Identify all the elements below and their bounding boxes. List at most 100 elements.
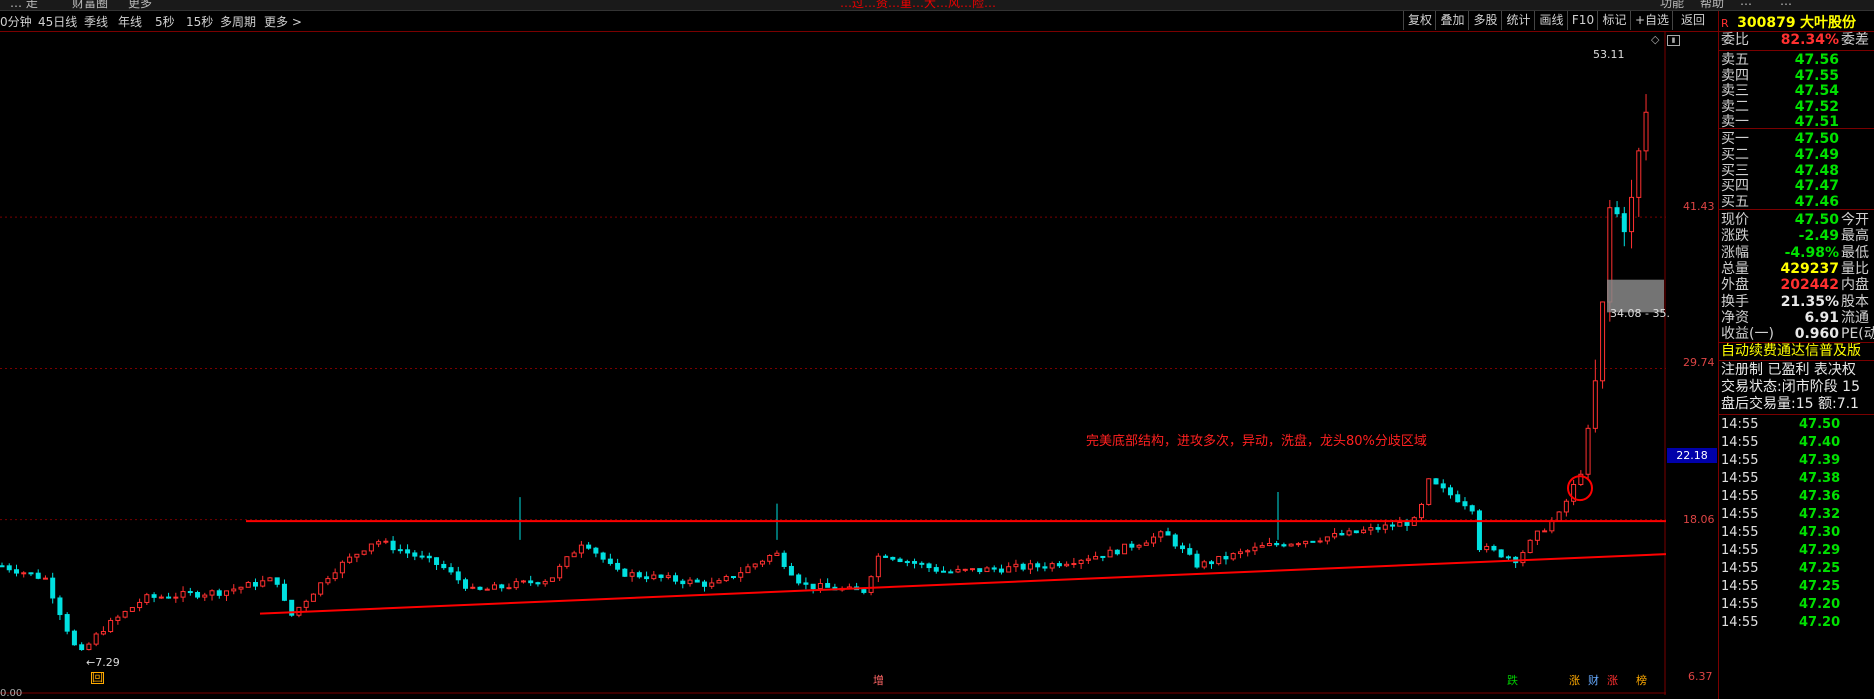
event-marker[interactable]: 榜 — [1636, 672, 1647, 688]
candle-body — [6, 565, 12, 571]
candle-body — [245, 582, 251, 588]
quote-label: 涨幅 — [1721, 244, 1749, 261]
candle-body — [238, 586, 244, 590]
candle-body — [216, 590, 222, 596]
menu-item[interactable]: … — [1780, 0, 1792, 8]
candle-body — [1382, 524, 1388, 530]
draw-line-button[interactable]: 画线 — [1534, 11, 1568, 30]
period-button[interactable]: 15秒 — [186, 13, 213, 30]
info-line[interactable]: 自动续费通达信普及版 — [1721, 342, 1874, 360]
menu-item[interactable]: … — [1740, 0, 1752, 8]
candle-body — [1093, 555, 1099, 560]
back-button[interactable]: 返回 — [1672, 11, 1713, 30]
volume-axis-label: 0.00 — [0, 688, 23, 699]
mark-button[interactable]: 标记 — [1597, 11, 1631, 30]
candle-body — [347, 556, 353, 563]
multi-stock-button[interactable]: 多股 — [1468, 11, 1502, 30]
candlestick-chart[interactable] — [0, 31, 1666, 695]
menu-item[interactable]: 更多 — [128, 0, 152, 10]
quote-value: 0.960 — [1794, 326, 1839, 343]
candle-body — [513, 581, 519, 589]
candle-body — [767, 555, 773, 562]
candle-body — [79, 644, 85, 651]
period-button[interactable]: 年线 — [118, 13, 142, 30]
tick-price: 47.25 — [1799, 579, 1841, 594]
risk-warning-text: …过…资…重…大…风…险… — [840, 0, 997, 10]
quote-value: 21.35% — [1780, 293, 1839, 310]
candle-body — [1426, 478, 1432, 505]
trade-tick-row: 14:55 47.36 — [1721, 488, 1840, 506]
candle-body — [484, 588, 490, 591]
quote-value: 47.50 — [1794, 212, 1839, 228]
candle-body — [455, 571, 461, 581]
candle-body — [875, 555, 881, 578]
candle-body — [680, 580, 686, 585]
candle-body — [593, 547, 599, 554]
quote-value: 202442 — [1780, 277, 1839, 294]
period-button[interactable]: 多周期 — [220, 13, 256, 30]
candle-body — [376, 541, 382, 545]
quote-row: 涨跌 -2.49 最高 — [1721, 227, 1874, 245]
event-marker[interactable]: 跌 — [1507, 672, 1518, 688]
f10-button[interactable]: F10 — [1567, 11, 1598, 30]
event-marker[interactable]: 财 — [1588, 672, 1599, 688]
period-button[interactable]: 45日线 — [38, 13, 77, 30]
period-button[interactable]: 0分钟 — [0, 13, 32, 30]
menu-item[interactable]: … 走 — [10, 0, 38, 10]
candle-body — [1122, 543, 1128, 555]
candle-body — [1027, 563, 1033, 570]
tick-price: 47.20 — [1799, 597, 1841, 612]
candle-body — [441, 563, 447, 569]
candle-body — [1484, 545, 1490, 551]
diamond-icon[interactable]: ◇ — [1651, 33, 1659, 46]
candle-body — [955, 568, 961, 573]
event-marker[interactable]: 涨 — [1607, 672, 1618, 688]
candle-body — [1020, 563, 1026, 570]
candle-body — [93, 633, 99, 645]
candle-body — [405, 549, 411, 554]
fuquan-button[interactable]: 复权 — [1403, 11, 1436, 30]
candle-body — [1100, 555, 1106, 558]
event-marker[interactable]: 涨 — [1569, 672, 1580, 688]
candle-body — [1078, 559, 1084, 565]
tick-price: 47.29 — [1799, 543, 1841, 558]
candle-body — [702, 581, 708, 587]
window-toggle-icon[interactable]: ▮ — [1667, 35, 1680, 46]
more-periods-button[interactable]: 更多 > — [264, 13, 302, 30]
candle-body — [0, 565, 5, 568]
tick-time: 14:55 — [1721, 543, 1759, 558]
candle-body — [35, 572, 41, 579]
candle-body — [1288, 543, 1294, 547]
trade-tick-row: 14:55 47.50 — [1721, 416, 1840, 434]
overlay-button[interactable]: 叠加 — [1435, 11, 1469, 30]
candle-body — [629, 572, 635, 577]
candle-body — [477, 586, 483, 590]
candle-body — [1143, 542, 1149, 546]
candle-body — [933, 567, 939, 572]
menu-item[interactable]: 帮助 — [1700, 0, 1724, 10]
candle-body — [1158, 531, 1164, 538]
menu-item[interactable]: 财富圈 — [72, 0, 108, 10]
candle-body — [694, 579, 700, 583]
candle-body — [1404, 521, 1410, 526]
candle-body — [137, 601, 143, 609]
menu-item[interactable]: 功能 — [1660, 0, 1684, 10]
event-marker[interactable]: 回 — [91, 672, 104, 684]
candle-body — [1549, 520, 1555, 532]
period-button[interactable]: 5秒 — [155, 13, 175, 30]
tick-time: 14:55 — [1721, 561, 1759, 576]
candle-body — [1071, 563, 1077, 566]
candle-body — [1563, 500, 1569, 513]
quote-row: 现价 47.50 今开 — [1721, 211, 1874, 229]
candle-body — [825, 583, 831, 588]
candle-body — [397, 549, 403, 552]
period-button[interactable]: 季线 — [84, 13, 108, 30]
candle-body — [1042, 566, 1048, 569]
statistics-button[interactable]: 统计 — [1501, 11, 1535, 30]
candle-body — [1259, 545, 1265, 548]
event-marker[interactable]: 增 — [873, 672, 884, 688]
candle-body — [1208, 561, 1214, 565]
candle-body — [926, 563, 932, 569]
tick-price: 47.25 — [1799, 561, 1841, 576]
add-watchlist-button[interactable]: +自选 — [1630, 11, 1673, 30]
